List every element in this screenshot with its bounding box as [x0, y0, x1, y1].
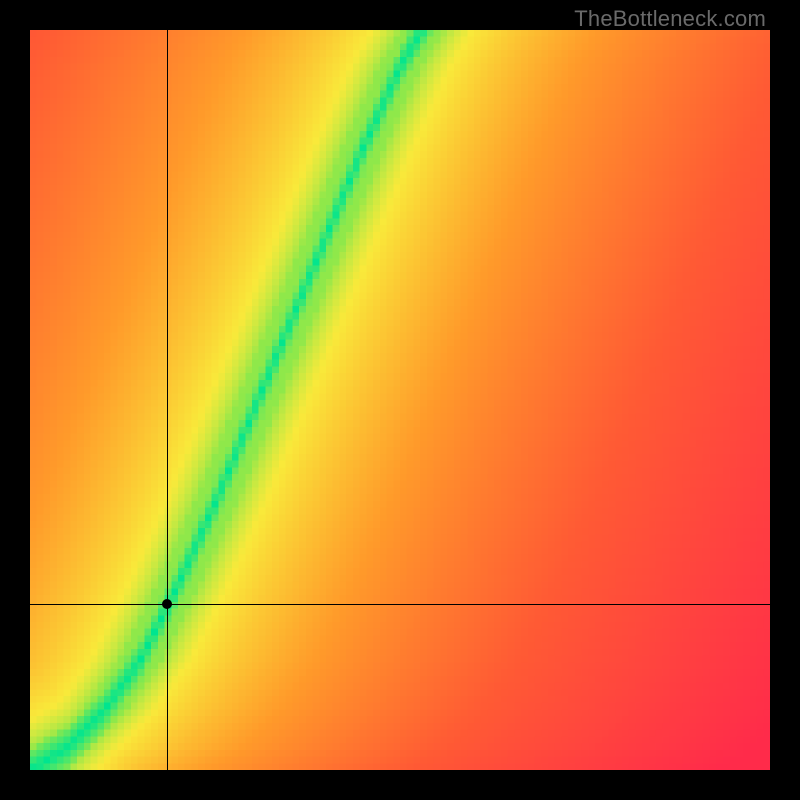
crosshair-horizontal	[30, 604, 770, 605]
crosshair-vertical	[167, 30, 168, 770]
heatmap-canvas	[30, 30, 770, 770]
chart-frame: TheBottleneck.com	[0, 0, 800, 800]
watermark-label: TheBottleneck.com	[574, 6, 766, 32]
marker-dot	[162, 599, 172, 609]
